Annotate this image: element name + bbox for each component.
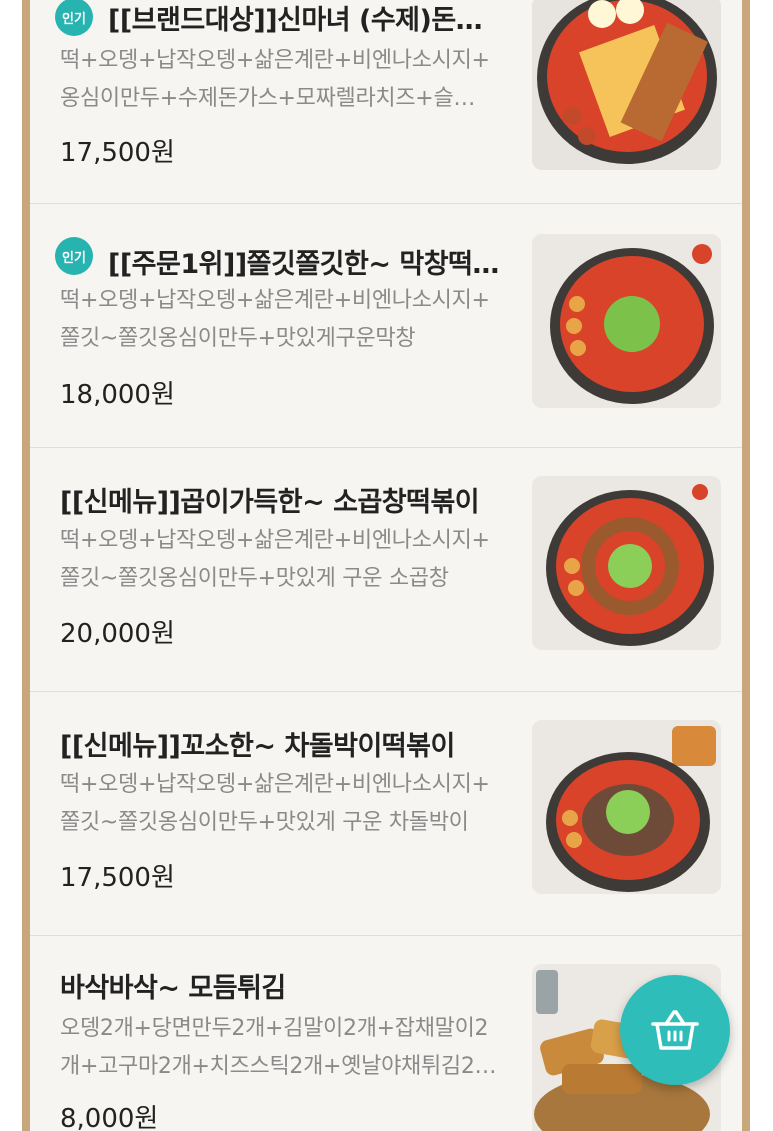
menu-list: 인기 [[브랜드대상]]신마녀 (수제)돈… 떡+오뎅+납작오뎅+삶은계란+비엔… [22,0,750,1131]
menu-item-description: 떡+오뎅+납작오뎅+삶은계란+비엔나소시지+ 쫄깃~쫄깃옹심이만두+맛있게구운막… [60,282,530,358]
description-line: 떡+오뎅+납작오뎅+삶은계란+비엔나소시지+ [60,48,490,73]
menu-item-description: 떡+오뎅+납작오뎅+삶은계란+비엔나소시지+ 쫄깃~쫄깃옹심이만두+맛있게 구운… [60,766,530,842]
tteokbokki-pot-image [532,0,721,170]
description-line: 쫄깃~쫄깃옹심이만두+맛있게 구운 소곱창 [60,566,449,591]
popular-badge: 인기 [55,237,93,275]
description-line: 옹심이만두+수제돈가스+모짜렐라치즈+슬… [60,86,476,111]
tteokbokki-pot-image [532,476,721,650]
menu-item[interactable]: [[신메뉴]]곱이가득한~ 소곱창떡볶이 떡+오뎅+납작오뎅+삶은계란+비엔나소… [30,448,742,692]
menu-item-description: 떡+오뎅+납작오뎅+삶은계란+비엔나소시지+ 쫄깃~쫄깃옹심이만두+맛있게 구운… [60,522,530,598]
menu-item-description: 오뎅2개+당면만두2개+김말이2개+잡채말이2 개+고구마2개+치즈스틱2개+옛… [60,1010,530,1086]
menu-item-price: 17,500원 [60,138,175,168]
menu-item-photo [532,0,721,170]
menu-item-title: [[브랜드대상]]신마녀 (수제)돈… [108,5,483,36]
menu-item-title: 바삭바삭~ 모듬튀김 [60,973,286,1004]
menu-item[interactable]: 인기 [[주문1위]]쫄깃쫄깃한~ 막창떡… 떡+오뎅+납작오뎅+삶은계란+비엔… [30,204,742,448]
menu-item-title: [[신메뉴]]곱이가득한~ 소곱창떡볶이 [60,487,480,518]
menu-item-price: 18,000원 [60,380,175,410]
cart-button[interactable] [620,975,730,1085]
description-line: 쫄깃~쫄깃옹심이만두+맛있게 구운 차돌박이 [60,810,469,835]
menu-item-price: 17,500원 [60,863,175,893]
menu-item-description: 떡+오뎅+납작오뎅+삶은계란+비엔나소시지+ 옹심이만두+수제돈가스+모짜렐라치… [60,42,530,118]
menu-item-price: 20,000원 [60,619,175,649]
menu-item[interactable]: [[신메뉴]]꼬소한~ 차돌박이떡볶이 떡+오뎅+납작오뎅+삶은계란+비엔나소시… [30,692,742,936]
menu-item[interactable]: 인기 [[브랜드대상]]신마녀 (수제)돈… 떡+오뎅+납작오뎅+삶은계란+비엔… [30,0,742,204]
description-line: 떡+오뎅+납작오뎅+삶은계란+비엔나소시지+ [60,528,490,553]
description-line: 쫄깃~쫄깃옹심이만두+맛있게구운막창 [60,326,416,351]
shopping-basket-icon [651,1010,699,1050]
menu-item-photo [532,720,721,894]
description-line: 오뎅2개+당면만두2개+김말이2개+잡채말이2 [60,1016,489,1041]
description-line: 개+고구마2개+치즈스틱2개+옛날야채튀김2… [60,1054,497,1079]
tteokbokki-pot-image [532,234,721,408]
menu-item-photo [532,234,721,408]
menu-item-title: [[주문1위]]쫄깃쫄깃한~ 막창떡… [108,249,499,280]
description-line: 떡+오뎅+납작오뎅+삶은계란+비엔나소시지+ [60,288,490,313]
tteokbokki-pot-image [532,720,721,894]
description-line: 떡+오뎅+납작오뎅+삶은계란+비엔나소시지+ [60,772,490,797]
popular-badge: 인기 [55,0,93,36]
menu-item-title: [[신메뉴]]꼬소한~ 차돌박이떡볶이 [60,731,455,762]
menu-item-price: 8,000원 [60,1104,159,1131]
menu-item-photo [532,476,721,650]
